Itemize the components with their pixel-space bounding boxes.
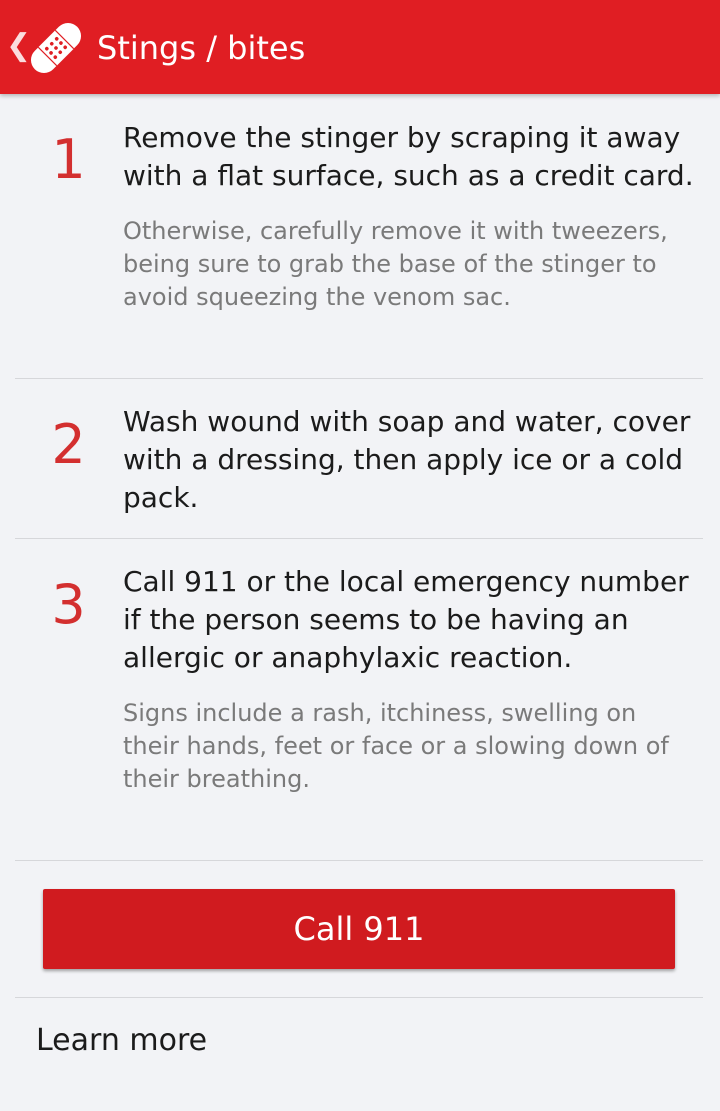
steps-list: Remove the stinger by scraping it away w… <box>15 94 703 861</box>
page-title: Stings / bites <box>97 29 306 67</box>
step-text: Remove the stinger by scraping it away w… <box>123 121 694 192</box>
call-section: Call 911 <box>15 861 703 998</box>
step-text: Call 911 or the local emergency number i… <box>123 565 689 674</box>
step-item: Call 911 or the local emergency number i… <box>15 539 703 861</box>
app-bar: ❮ Stings / bites <box>0 0 720 94</box>
step-item: Remove the stinger by scraping it away w… <box>15 94 703 379</box>
step-text: Wash wound with soap and water, cover wi… <box>123 405 691 514</box>
learn-more-link[interactable]: Learn more <box>36 1020 207 1062</box>
step-note: Signs include a rash, itchiness, swellin… <box>123 699 669 793</box>
bandage-icon[interactable] <box>24 16 88 80</box>
step-item: Wash wound with soap and water, cover wi… <box>15 379 703 539</box>
call-911-button[interactable]: Call 911 <box>43 889 675 969</box>
step-note: Otherwise, carefully remove it with twee… <box>123 217 668 311</box>
